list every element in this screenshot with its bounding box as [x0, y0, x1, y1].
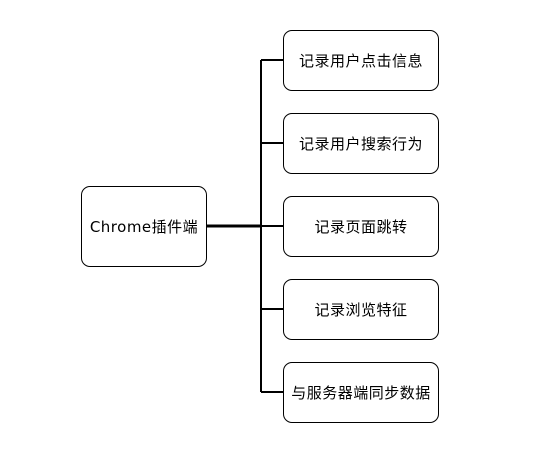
root-node-label: Chrome插件端 [89, 217, 199, 236]
child-node-sync-with-server: 与服务器端同步数据 [283, 362, 439, 423]
child-node-label: 记录用户点击信息 [298, 51, 423, 70]
child-node-record-user-clicks: 记录用户点击信息 [283, 30, 439, 91]
child-node-record-page-navigation: 记录页面跳转 [283, 196, 439, 257]
child-node-label: 与服务器端同步数据 [291, 383, 431, 402]
child-node-label: 记录用户搜索行为 [298, 134, 423, 153]
child-node-label: 记录页面跳转 [314, 217, 408, 236]
child-node-record-user-search: 记录用户搜索行为 [283, 113, 439, 174]
child-node-label: 记录浏览特征 [314, 300, 408, 319]
root-node-chrome-extension: Chrome插件端 [81, 186, 207, 267]
child-node-record-browsing-features: 记录浏览特征 [283, 279, 439, 340]
